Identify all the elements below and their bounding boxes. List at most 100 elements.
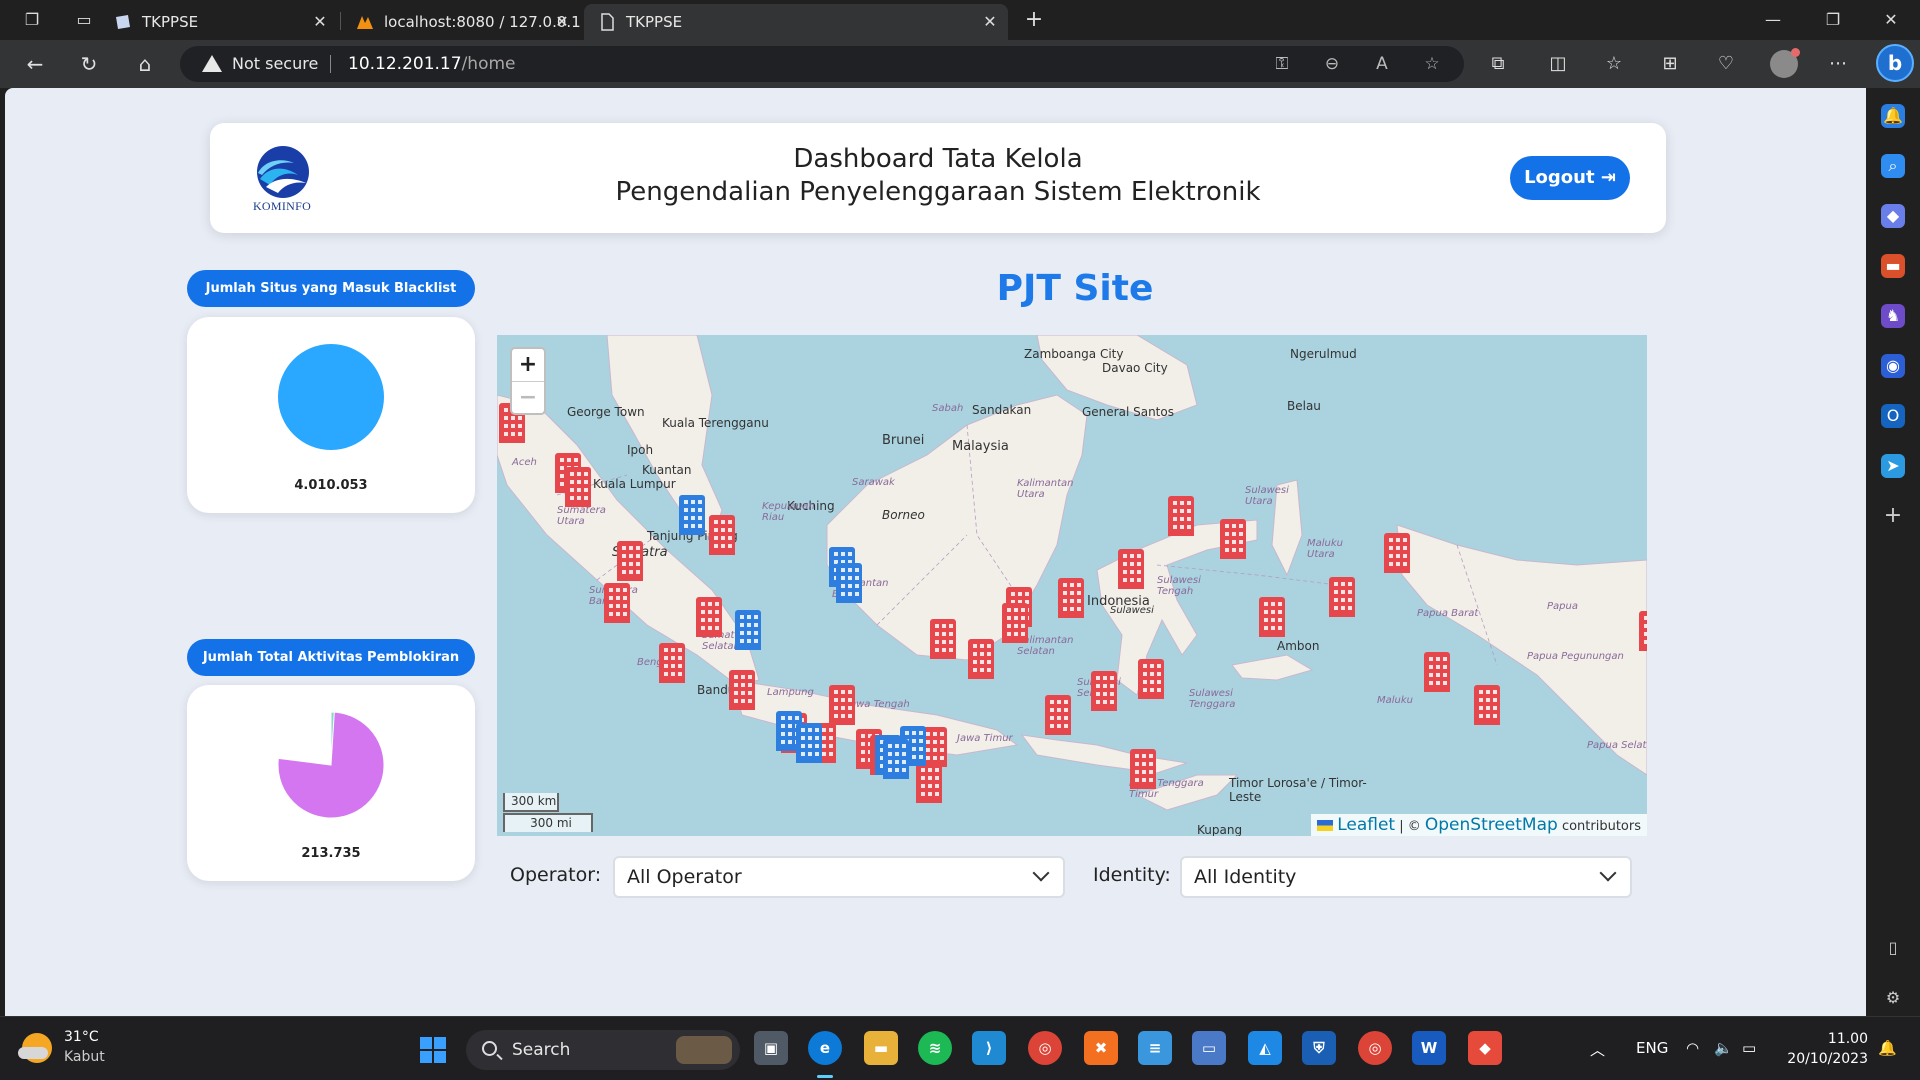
battery-icon[interactable]: ▭: [1742, 1039, 1756, 1057]
red-building-marker-icon[interactable]: [727, 670, 757, 710]
weather-temp[interactable]: 31°C: [64, 1029, 99, 1045]
system-clock[interactable]: 11.00 20/10/2023: [1780, 1029, 1868, 1069]
settings-more-icon[interactable]: ⋯: [1824, 50, 1852, 78]
chrome-icon[interactable]: ◎: [1028, 1031, 1062, 1065]
tray-overflow-icon[interactable]: ︿: [1590, 1039, 1605, 1060]
windows-start-icon[interactable]: [420, 1037, 446, 1063]
red-building-marker-icon[interactable]: [1116, 549, 1146, 589]
red-building-marker-icon[interactable]: [694, 597, 724, 637]
red-building-marker-icon[interactable]: [657, 643, 687, 683]
drop-icon[interactable]: ➤: [1881, 454, 1905, 478]
copilot-app-icon[interactable]: ◉: [1881, 354, 1905, 378]
vscode-icon[interactable]: ⟩: [972, 1031, 1006, 1065]
browser-essentials-icon[interactable]: ♡: [1712, 50, 1740, 78]
chrome-profile-icon[interactable]: ◎: [1358, 1031, 1392, 1065]
volume-icon[interactable]: 🔈: [1714, 1039, 1733, 1057]
read-aloud-icon[interactable]: A: [1370, 52, 1394, 76]
tab-actions-icon[interactable]: ▭: [72, 8, 96, 32]
identity-select[interactable]: All Identity: [1180, 856, 1632, 898]
task-view-icon[interactable]: ▣: [754, 1031, 788, 1065]
red-building-marker-icon[interactable]: [1128, 749, 1158, 789]
minimize-button[interactable]: —: [1744, 0, 1802, 40]
notification-bell-icon[interactable]: 🔔: [1878, 1039, 1897, 1057]
red-building-marker-icon[interactable]: [1043, 695, 1073, 735]
zoom-out-button[interactable]: −: [512, 381, 544, 413]
osm-link[interactable]: OpenStreetMap: [1425, 815, 1558, 835]
collections-icon[interactable]: ⊞: [1656, 50, 1684, 78]
photos-icon[interactable]: ◭: [1248, 1031, 1282, 1065]
tools-icon[interactable]: ▬: [1881, 254, 1905, 278]
blue-building-marker-icon[interactable]: [881, 739, 911, 779]
red-building-marker-icon[interactable]: [914, 763, 944, 803]
hide-sidebar-icon[interactable]: ▯: [1881, 936, 1905, 960]
language-indicator[interactable]: ENG: [1636, 1039, 1668, 1057]
blue-building-marker-icon[interactable]: [733, 610, 763, 650]
word-icon[interactable]: W: [1412, 1031, 1446, 1065]
red-building-marker-icon[interactable]: [1637, 611, 1647, 651]
red-building-marker-icon[interactable]: [1000, 603, 1030, 643]
weather-fog-icon[interactable]: [18, 1033, 52, 1063]
outlook-icon[interactable]: O: [1881, 404, 1905, 428]
home-icon[interactable]: ⌂: [130, 50, 160, 78]
xampp-icon[interactable]: ✖: [1084, 1031, 1118, 1065]
blue-building-marker-icon[interactable]: [834, 563, 864, 603]
workspaces-icon[interactable]: ❐: [20, 8, 44, 32]
favorite-star-icon[interactable]: ☆: [1420, 52, 1444, 76]
url-text[interactable]: 10.12.201.17/home: [348, 46, 515, 82]
red-building-marker-icon[interactable]: [1136, 659, 1166, 699]
close-tab-icon[interactable]: ✕: [310, 4, 330, 40]
indonesia-map[interactable]: Zamboanga City Davao City Ngerulmud Geor…: [497, 335, 1647, 836]
sidebar-search-icon[interactable]: ⌕: [1881, 154, 1905, 178]
back-icon[interactable]: ←: [20, 50, 50, 78]
sidebar-settings-icon[interactable]: ⚙: [1881, 986, 1905, 1010]
tab-phpmyadmin[interactable]: localhost:8080 / 127.0.0.1 / tkpps ✕: [342, 4, 580, 40]
red-building-marker-icon[interactable]: [602, 583, 632, 623]
leaflet-link[interactable]: Leaflet: [1337, 815, 1395, 835]
split-screen-icon[interactable]: ◫: [1544, 50, 1572, 78]
red-building-marker-icon[interactable]: [827, 685, 857, 725]
blue-building-marker-icon[interactable]: [794, 723, 824, 763]
red-building-marker-icon[interactable]: [1166, 496, 1196, 536]
red-building-marker-icon[interactable]: [1472, 685, 1502, 725]
url-bar[interactable]: Not secure 10.12.201.17/home ⚿ ⊖ A ☆: [180, 46, 1464, 82]
refresh-icon[interactable]: ↻: [74, 50, 104, 78]
git-app-icon[interactable]: ◆: [1468, 1031, 1502, 1065]
red-building-marker-icon[interactable]: [615, 541, 645, 581]
remote-desktop-icon[interactable]: ▭: [1192, 1031, 1226, 1065]
close-tab-icon[interactable]: ✕: [552, 4, 572, 40]
zoom-out-icon[interactable]: ⊖: [1320, 52, 1344, 76]
extensions-icon[interactable]: ⧉: [1484, 50, 1512, 78]
security-shield-icon[interactable]: ⛨: [1302, 1031, 1336, 1065]
red-building-marker-icon[interactable]: [707, 515, 737, 555]
red-building-marker-icon[interactable]: [1056, 578, 1086, 618]
security-indicator[interactable]: Not secure: [202, 46, 318, 82]
games-icon[interactable]: ♞: [1881, 304, 1905, 328]
spotify-icon[interactable]: ≋: [918, 1031, 952, 1065]
red-building-marker-icon[interactable]: [563, 467, 593, 507]
red-building-marker-icon[interactable]: [1382, 533, 1412, 573]
wifi-icon[interactable]: ◠: [1686, 1039, 1699, 1057]
shopping-tag-icon[interactable]: ◆: [1881, 204, 1905, 228]
add-sidebar-app-icon[interactable]: +: [1881, 504, 1905, 528]
red-building-marker-icon[interactable]: [1218, 519, 1248, 559]
profile-avatar[interactable]: [1770, 48, 1800, 78]
bing-copilot-icon[interactable]: b: [1876, 44, 1914, 82]
operator-select[interactable]: All Operator: [613, 856, 1065, 898]
red-building-marker-icon[interactable]: [1089, 671, 1119, 711]
edge-app-icon[interactable]: e: [808, 1031, 842, 1065]
password-key-icon[interactable]: ⚿: [1270, 52, 1294, 76]
favorites-icon[interactable]: ☆: [1600, 50, 1628, 78]
red-building-marker-icon[interactable]: [1257, 597, 1287, 637]
blue-building-marker-icon[interactable]: [677, 495, 707, 535]
logout-button[interactable]: Logout ⇥: [1510, 156, 1630, 200]
new-tab-button[interactable]: +: [1022, 8, 1046, 32]
close-tab-icon[interactable]: ✕: [980, 4, 1000, 40]
close-window-button[interactable]: ✕: [1862, 0, 1920, 40]
red-building-marker-icon[interactable]: [928, 619, 958, 659]
notepad-icon[interactable]: ≡: [1138, 1031, 1172, 1065]
tab-tkppse-1[interactable]: TKPPSE ✕: [100, 4, 338, 40]
weather-condition[interactable]: Kabut: [64, 1049, 105, 1065]
restore-button[interactable]: ❐: [1804, 0, 1862, 40]
red-building-marker-icon[interactable]: [1327, 577, 1357, 617]
tab-tkppse-active[interactable]: TKPPSE ✕: [584, 4, 1008, 40]
